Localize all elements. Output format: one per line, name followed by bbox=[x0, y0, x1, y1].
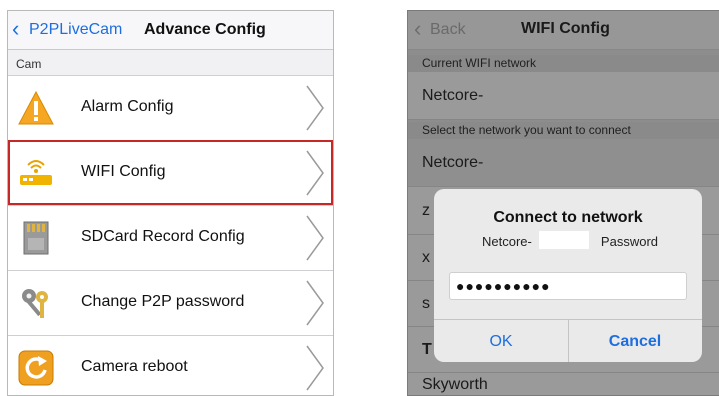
page-title: Advance Config bbox=[144, 21, 266, 38]
navigation-bar: ‹ Back WIFI Config bbox=[408, 11, 719, 50]
warning-icon bbox=[18, 90, 54, 125]
chevron-right-icon bbox=[306, 215, 324, 261]
section-header-current-network: Current WIFI network bbox=[408, 55, 719, 72]
network-row[interactable]: Netcore- bbox=[408, 139, 719, 187]
network-name: T bbox=[422, 341, 432, 358]
dialog-ssid: Netcore- bbox=[482, 234, 532, 249]
cancel-button[interactable]: Cancel bbox=[568, 320, 702, 362]
page-title: WIFI Config bbox=[521, 20, 610, 37]
network-name: s bbox=[422, 295, 430, 312]
navigation-bar: ‹ P2PLiveCam Advance Config bbox=[8, 11, 333, 50]
chevron-right-icon bbox=[306, 280, 324, 326]
network-name: Netcore- bbox=[422, 154, 484, 171]
advance-config-screen: ‹ P2PLiveCam Advance Config Cam Alarm Co… bbox=[7, 10, 334, 396]
list-item-alarm-config[interactable]: Alarm Config bbox=[8, 75, 333, 140]
list-item-wifi-config[interactable]: WIFI Config bbox=[8, 140, 333, 205]
back-button[interactable]: P2PLiveCam bbox=[29, 21, 122, 39]
current-network-name: Netcore- bbox=[422, 87, 484, 104]
list-item-change-p2p-password[interactable]: Change P2P password bbox=[8, 270, 333, 335]
wifi-router-icon bbox=[20, 160, 52, 185]
network-name: Skyworth bbox=[422, 376, 488, 393]
ok-button[interactable]: OK bbox=[434, 320, 569, 362]
config-list: Alarm Config WIFI Config SDCard Record C… bbox=[8, 75, 333, 395]
list-item-label: Camera reboot bbox=[81, 358, 188, 375]
list-item-label: Change P2P password bbox=[81, 293, 245, 310]
sd-card-icon bbox=[23, 221, 49, 255]
dialog-button-bar: OK Cancel bbox=[434, 319, 702, 362]
section-header-cam: Cam bbox=[16, 57, 42, 71]
wifi-config-screen: ‹ Back WIFI Config Current WIFI network … bbox=[407, 10, 719, 396]
list-item-label: Alarm Config bbox=[81, 98, 174, 115]
back-chevron-icon[interactable]: ‹ bbox=[12, 18, 19, 40]
password-input[interactable]: ●●●●●●●●●● bbox=[449, 272, 687, 300]
password-label: Password bbox=[600, 234, 658, 249]
redaction-mask bbox=[539, 231, 589, 249]
back-chevron-icon[interactable]: ‹ bbox=[414, 18, 421, 40]
section-header-select-network: Select the network you want to connect bbox=[408, 122, 719, 139]
list-item-label: SDCard Record Config bbox=[81, 228, 245, 245]
chevron-right-icon bbox=[306, 345, 324, 391]
keys-icon bbox=[22, 289, 48, 318]
dialog-title: Connect to network bbox=[493, 209, 643, 226]
current-network-row: Netcore- bbox=[408, 72, 719, 120]
network-row[interactable]: Skyworth bbox=[408, 373, 719, 395]
list-item-label: WIFI Config bbox=[81, 163, 166, 180]
connect-to-network-dialog: Connect to network Netcore- Password ●●●… bbox=[434, 189, 702, 362]
chevron-right-icon bbox=[306, 150, 324, 196]
chevron-right-icon bbox=[306, 85, 324, 131]
reboot-icon bbox=[18, 350, 54, 386]
network-name: z bbox=[422, 202, 430, 219]
list-item-sdcard-record-config[interactable]: SDCard Record Config bbox=[8, 205, 333, 270]
back-button[interactable]: Back bbox=[430, 21, 466, 39]
network-name: x bbox=[422, 249, 430, 266]
list-item-camera-reboot[interactable]: Camera reboot bbox=[8, 335, 333, 395]
